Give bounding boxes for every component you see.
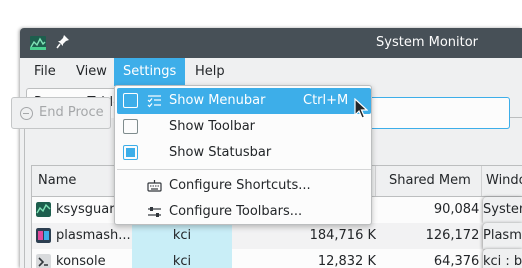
process-user: kci bbox=[132, 223, 232, 249]
menu-item-label: Show Statusbar bbox=[169, 145, 272, 160]
menu-item-show-statusbar[interactable]: Show Statusbar bbox=[117, 140, 371, 166]
menu-view[interactable]: View bbox=[67, 58, 116, 86]
table-row[interactable]: plasmash... kci 184,716 K 126,172 K Plas… bbox=[32, 223, 522, 249]
end-process-button[interactable]: End Proce bbox=[11, 97, 111, 129]
process-memory: 12,832 K bbox=[317, 254, 376, 268]
configure-toolbars-icon bbox=[148, 207, 161, 217]
column-header-window[interactable]: Windo bbox=[482, 166, 522, 196]
menu-item-show-menubar[interactable]: Show Menubar Ctrl+M bbox=[117, 88, 371, 114]
end-process-label: End Proce bbox=[39, 105, 104, 120]
process-window: kci : ba bbox=[483, 249, 522, 268]
menu-item-label: Show Toolbar bbox=[169, 119, 256, 134]
menu-item-label: Configure Toolbars... bbox=[169, 204, 303, 219]
window-title: System Monitor bbox=[376, 35, 479, 50]
process-window: Plasma bbox=[483, 223, 522, 249]
keyboard-icon bbox=[147, 180, 162, 192]
system-monitor-app-icon[interactable] bbox=[30, 36, 46, 50]
menu-item-configure-toolbars[interactable]: Configure Toolbars... bbox=[117, 199, 371, 225]
show-statusbar-checkbox[interactable] bbox=[123, 145, 138, 160]
settings-dropdown-menu: Show Menubar Ctrl+M Show Toolbar Show St… bbox=[114, 85, 372, 225]
process-shared-mem: 90,084 K bbox=[433, 202, 492, 217]
process-memory: 184,716 K bbox=[309, 228, 376, 243]
show-menubar-checkbox[interactable] bbox=[123, 93, 138, 108]
mouse-cursor-icon bbox=[354, 98, 368, 119]
pin-icon[interactable] bbox=[56, 34, 70, 50]
menu-settings[interactable]: Settings bbox=[114, 58, 186, 86]
menu-item-show-toolbar[interactable]: Show Toolbar bbox=[117, 114, 371, 140]
menu-help[interactable]: Help bbox=[186, 58, 234, 86]
process-shared-mem: 64,376 K bbox=[433, 254, 492, 268]
menu-item-label: Configure Shortcuts... bbox=[169, 178, 311, 193]
menu-item-configure-shortcuts[interactable]: Configure Shortcuts... bbox=[117, 173, 371, 199]
stop-icon bbox=[20, 107, 33, 120]
title-bar[interactable]: System Monitor bbox=[20, 28, 522, 58]
menu-item-shortcut: Ctrl+M bbox=[303, 93, 349, 108]
column-header-shared-mem[interactable]: Shared Mem bbox=[376, 166, 482, 196]
process-shared-mem: 126,172 K bbox=[425, 228, 492, 243]
process-window: System bbox=[483, 197, 522, 223]
menu-file[interactable]: File bbox=[25, 58, 65, 86]
process-user: kci bbox=[132, 249, 232, 268]
menu-item-label: Show Menubar bbox=[169, 93, 266, 108]
show-menubar-icon bbox=[147, 95, 161, 108]
show-toolbar-checkbox[interactable] bbox=[123, 119, 138, 134]
menu-bar: File View Settings Help bbox=[20, 58, 522, 86]
menu-separator bbox=[117, 169, 371, 170]
table-row[interactable]: konsole kci 12,832 K 64,376 K kci : ba bbox=[32, 249, 522, 268]
